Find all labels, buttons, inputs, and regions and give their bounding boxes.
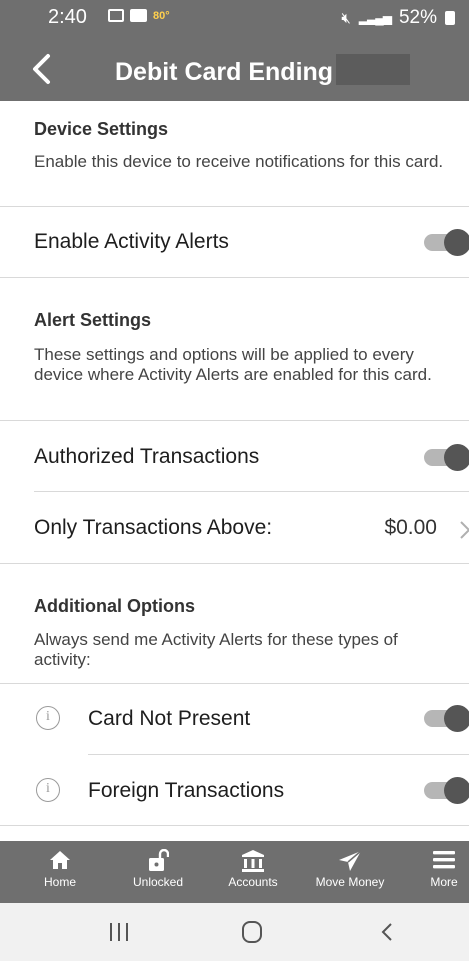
alert-settings-heading: Alert Settings [34,310,152,330]
nav-move-money[interactable]: Move Money [310,841,390,903]
divider [0,825,469,826]
nav-accounts[interactable]: Accounts [217,841,289,903]
app-header: Debit Card Ending [0,36,469,101]
unlock-icon [123,841,193,875]
gallery-icon [108,9,124,22]
enable-activity-alerts-toggle[interactable] [424,229,469,256]
nav-label: More [430,875,458,889]
authorized-transactions-label: Authorized Transactions [34,445,260,468]
system-nav-bar [0,903,469,961]
status-bar: 2:40 80° 🔇︎ ▂▃▄▅ 52% [0,0,469,36]
divider [0,683,469,684]
temperature: 80° [153,9,170,22]
device-settings-heading: Device Settings [34,119,169,139]
signal-icon: ▂▃▄▅ [358,11,392,25]
threshold-amount: $0.00 [384,516,437,539]
battery-icon [445,11,455,25]
nav-label: Move Money [315,875,385,889]
additional-options-heading: Additional Options [34,596,195,616]
status-icons-right: 🔇︎ ▂▃▄▅ 52% [341,7,455,29]
nav-more[interactable]: More [420,841,468,903]
top-bar: 2:40 80° 🔇︎ ▂▃▄▅ 52% Debit Card Ending [0,0,469,101]
divider [0,277,469,278]
nav-unlocked[interactable]: Unlocked [123,841,193,903]
info-icon[interactable]: i [36,706,60,730]
recents-icon[interactable] [104,915,134,949]
card-not-present-toggle[interactable] [424,705,469,732]
toggle-knob [444,444,469,471]
bank-icon [217,841,289,875]
toggle-knob [444,229,469,256]
divider [0,420,469,421]
mail-icon [130,9,147,22]
page-title: Debit Card Ending [115,58,334,86]
redacted-card-number [336,54,410,85]
battery-percent: 52% [398,7,437,28]
bottom-nav: Home Unlocked Accounts Move Money More [0,841,469,903]
divider [34,491,469,492]
threshold-label: Only Transactions Above: [34,516,273,539]
divider [0,206,469,207]
foreign-transactions-toggle[interactable] [424,777,469,804]
nav-home[interactable]: Home [30,841,90,903]
chevron-left-icon[interactable] [28,52,56,86]
mute-icon: 🔇︎ [341,9,351,27]
divider [0,563,469,564]
toggle-knob [444,777,469,804]
device-settings-description: Enable this device to receive notificati… [34,152,444,171]
status-icons-left: 80° [108,9,170,22]
send-icon [310,841,390,875]
alert-settings-description: These settings and options will be appli… [34,345,432,384]
nav-label: Unlocked [132,875,184,889]
toggle-knob [444,705,469,732]
chevron-right-icon [460,521,469,539]
additional-options-description: Always send me Activity Alerts for these… [34,630,398,669]
status-time: 2:40 [48,6,87,28]
home-icon [30,841,90,875]
menu-icon [420,841,468,875]
card-not-present-label: Card Not Present [88,707,251,730]
info-icon[interactable]: i [36,778,60,802]
back-icon[interactable] [372,915,402,949]
foreign-transactions-label: Foreign Transactions [88,779,285,802]
enable-activity-alerts-label: Enable Activity Alerts [34,230,229,253]
nav-label: Accounts [228,875,278,889]
divider [88,754,469,755]
authorized-transactions-toggle[interactable] [424,444,469,471]
home-circle-icon[interactable] [237,915,267,949]
nav-label: Home [43,875,76,889]
